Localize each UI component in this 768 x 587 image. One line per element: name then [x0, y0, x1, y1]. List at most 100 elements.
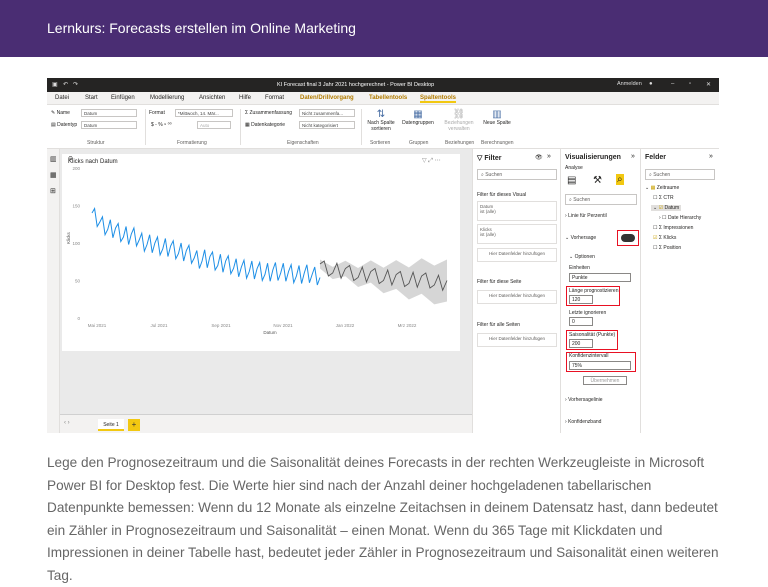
forecast-line-row[interactable]: › Vorhersagelinie — [565, 397, 603, 403]
conf-band-row[interactable]: › Konfidenzband — [565, 419, 601, 425]
add-field-page[interactable]: Hier Datenfelder hinzufügen — [477, 290, 557, 304]
viz-collapse-icon[interactable]: » — [631, 153, 635, 160]
analytics-tab-icon[interactable]: ⌕ — [616, 174, 624, 185]
maximize-icon[interactable]: ▫ — [689, 81, 691, 87]
analysis-label: Analyse — [565, 165, 583, 171]
field-impressionen[interactable]: ☐ Σ Impressionen — [653, 225, 693, 231]
category-select[interactable]: Nicht kategorisiert — [299, 121, 355, 129]
menu-start[interactable]: Start — [85, 95, 98, 101]
x-axis-label: Datum — [263, 330, 277, 335]
page-prev-icon[interactable]: ‹ › — [64, 420, 70, 426]
add-field-visual[interactable]: Hier Datenfelder hinzufügen — [477, 248, 557, 262]
y-tick-label: 150 — [72, 204, 80, 209]
field-datum[interactable]: ⌄ ☑ Datum — [651, 205, 682, 211]
season-label: Saisonalität (Punkte) — [569, 332, 616, 338]
section-page: Filter für diese Seite — [477, 279, 522, 285]
forecast-row[interactable]: ⌄ Vorhersage — [565, 235, 596, 241]
group-beziehungen: Beziehungen — [445, 140, 475, 146]
length-input[interactable]: 120 — [569, 295, 593, 304]
fields-tab-icon[interactable]: ▤ — [567, 175, 576, 186]
menu-modellierung[interactable]: Modellierung — [150, 95, 184, 101]
options-header[interactable]: ⌄ Optionen — [569, 254, 595, 260]
new-column-button[interactable]: ▥ Neue Spalte — [483, 109, 511, 126]
back-icon[interactable]: ⊖ — [68, 156, 73, 162]
field-date-hierarchy[interactable]: › ☐ Date Hierarchy — [659, 215, 701, 221]
redo-icon[interactable]: ↷ — [73, 81, 78, 88]
eye-icon[interactable]: 👁 — [535, 154, 543, 161]
y-axis-label: Klicks — [66, 231, 71, 244]
field-ctr[interactable]: ☐ Σ CTR — [653, 195, 674, 201]
summary-select[interactable]: Nicht zusammenfa... — [299, 109, 355, 117]
page-tab-1[interactable]: Seite 1 — [98, 419, 124, 431]
filter-card-klicks[interactable]: Klicks ist (alle) — [477, 224, 557, 244]
units-select[interactable]: Punkte — [569, 273, 631, 282]
confidence-select[interactable]: 75% — [569, 361, 631, 370]
units-label: Einheiten — [569, 265, 590, 271]
report-view-icon[interactable]: ▥ — [50, 155, 57, 163]
data-view-icon[interactable]: ▦ — [50, 171, 57, 179]
signin-link[interactable]: Anmelden — [617, 81, 642, 87]
add-field-all[interactable]: Hier Datenfelder hinzufügen — [477, 333, 557, 347]
name-input[interactable]: Datum — [81, 109, 137, 117]
menu-spaltentools[interactable]: Spaltentools — [420, 95, 457, 103]
relations-button[interactable]: ⛓ Beziehungen verwalten — [441, 109, 477, 132]
percentile-row[interactable]: › Linie für Perzentil — [565, 213, 607, 219]
x-tick-label: Mai 2021 — [88, 323, 107, 328]
format-select[interactable]: *Mittwoch, 14. Mär... — [175, 109, 233, 117]
save-icon[interactable]: ▣ — [52, 81, 58, 88]
filter-search[interactable]: ⌕ Suchen — [477, 169, 557, 180]
section-visual: Filter für dieses Visual — [477, 192, 527, 198]
undo-icon[interactable]: ↶ — [63, 81, 68, 88]
menu-ansichten[interactable]: Ansichten — [199, 95, 225, 101]
visual-header-icons[interactable]: ▽ ⤢ ⋯ — [422, 157, 441, 164]
format-tab-icon[interactable]: ⚒ — [593, 175, 602, 186]
ignore-input[interactable]: 0 — [569, 317, 593, 326]
x-tick-label: Nov 2021 — [273, 323, 293, 328]
filter-card-datum[interactable]: Datum ist (alle) — [477, 201, 557, 221]
datatype-select[interactable]: Datum — [81, 121, 137, 129]
site-header: Lernkurs: Forecasts erstellen im Online … — [0, 0, 768, 57]
groups-icon: ▦ — [413, 109, 423, 120]
auto-input[interactable]: Auto — [197, 121, 231, 129]
fields-title: Felder — [645, 154, 667, 161]
add-page-button[interactable]: + — [128, 419, 140, 431]
sort-button[interactable]: ⇅ Nach Spalte sortieren — [366, 109, 396, 132]
name-label: ✎ Name — [51, 110, 70, 116]
field-klicks[interactable]: ☑ Σ Klicks — [653, 235, 676, 241]
table-zeitraume[interactable]: ⌄ ▦ Zeitraume — [645, 185, 679, 191]
menu-datei[interactable]: Datei — [55, 95, 69, 101]
menu-einfuegen[interactable]: Einfügen — [111, 95, 135, 101]
group-eigenschaften: Eigenschaften — [287, 140, 319, 146]
close-icon[interactable]: ✕ — [706, 81, 711, 88]
divider — [145, 109, 146, 145]
menu-hilfe[interactable]: Hilfe — [239, 95, 251, 101]
line-chart-visual[interactable]: Klicks nach Datum ⊖ ▽ ⤢ ⋯ 200 150 100 50 0 Klick… — [62, 154, 460, 351]
checkbox-checked-icon: ☑ — [658, 205, 664, 211]
minimize-icon[interactable]: – — [671, 81, 674, 87]
sort-icon: ⇅ — [376, 109, 386, 120]
y-tick-label: 0 — [77, 316, 80, 321]
fields-search[interactable]: ⌕ Suchen — [645, 169, 715, 180]
y-tick-label: 100 — [72, 241, 80, 246]
field-position[interactable]: ☐ Σ Position — [653, 245, 681, 251]
group-sortieren: Sortieren — [370, 140, 391, 146]
season-input[interactable]: 200 — [569, 339, 593, 348]
apply-button[interactable]: Übernehmen — [583, 376, 627, 385]
ignore-label: Letzte ignorieren — [569, 310, 607, 316]
format-label: Format — [149, 110, 165, 116]
menu-tabellentools[interactable]: Tabellentools — [369, 95, 407, 101]
menu-drill[interactable]: Daten/Drillvorgang — [300, 95, 354, 101]
collapse-icon[interactable]: » — [547, 153, 551, 160]
fields-collapse-icon[interactable]: » — [709, 153, 713, 160]
viz-search[interactable]: ⌕ Suchen — [565, 194, 637, 205]
window-title: KI Forecast final 3 Jahr 2021 hochgerech… — [277, 82, 435, 88]
view-rail: ▥ ▦ ⊞ — [47, 149, 60, 433]
column-icon: ▥ — [492, 109, 502, 120]
screenshot-power-bi: ▣ ↶ ↷ KI Forecast final 3 Jahr 2021 hoch… — [47, 78, 719, 433]
menu-format[interactable]: Format — [265, 95, 284, 101]
page-title: Lernkurs: Forecasts erstellen im Online … — [47, 20, 356, 36]
format-symbols[interactable]: $ - % ⁹ ⁰⁰ — [151, 122, 172, 128]
groups-button[interactable]: ▦ Datengruppen — [400, 109, 436, 126]
model-view-icon[interactable]: ⊞ — [50, 187, 56, 195]
avatar[interactable]: ● — [649, 81, 653, 87]
